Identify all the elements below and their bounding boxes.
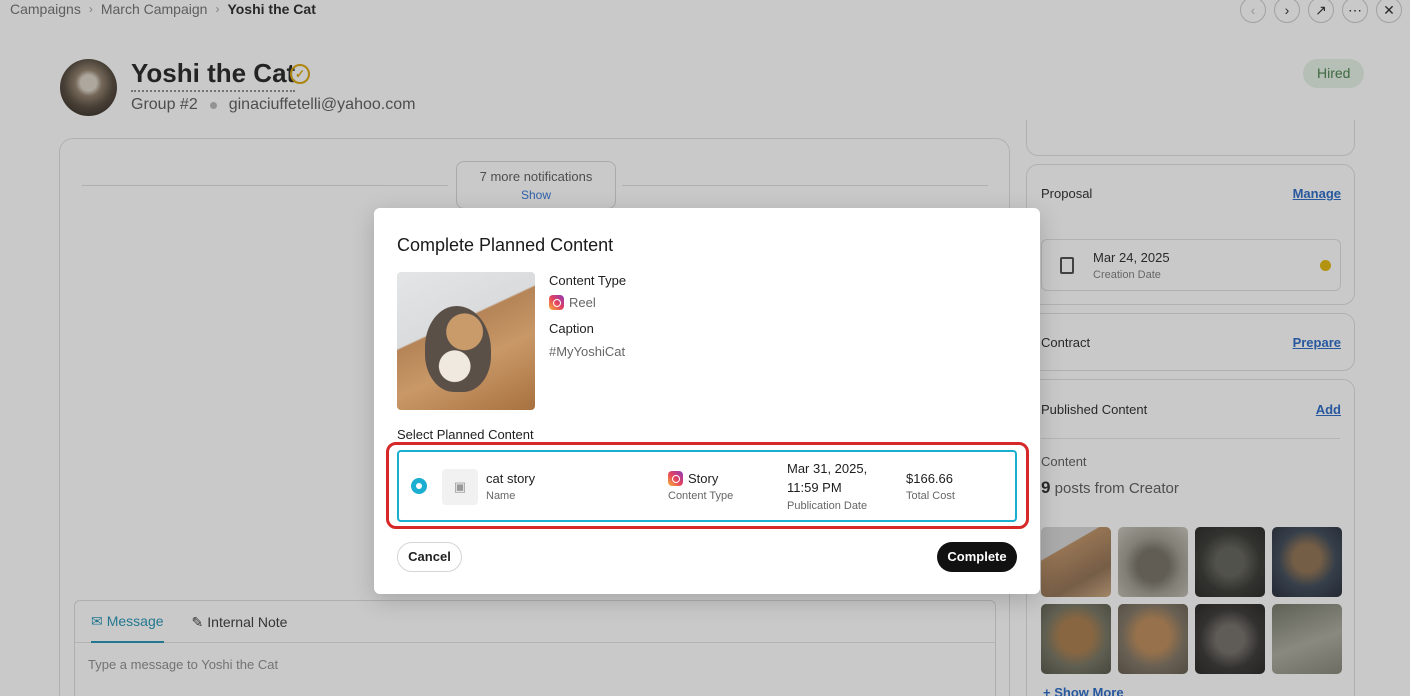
option-name-label: Name (486, 490, 516, 502)
option-name: cat story (486, 471, 536, 486)
option-date-label: Publication Date (787, 500, 868, 512)
complete-button[interactable]: Complete (937, 542, 1017, 572)
caption-value: #MyYoshiCat (549, 344, 626, 359)
caption-heading: Caption (549, 321, 594, 336)
select-planned-content-label: Select Planned Content (397, 427, 534, 442)
dialog-title: Complete Planned Content (397, 235, 614, 255)
option-cost-label: Total Cost (906, 490, 955, 502)
content-type-text: Reel (569, 295, 596, 310)
content-preview-image (397, 272, 535, 410)
planned-content-option[interactable]: ▣ cat story Name Story Content Type Mar … (397, 450, 1017, 522)
option-type: Story (668, 469, 718, 488)
option-cost: $166.66 (906, 471, 953, 486)
option-date-line1: Mar 31, 2025, (787, 461, 868, 476)
option-radio[interactable] (411, 478, 427, 494)
content-type-value: Reel (549, 295, 596, 310)
content-type-heading: Content Type (549, 273, 627, 288)
instagram-icon (549, 295, 564, 310)
option-date-line2: 11:59 PM (787, 480, 842, 495)
option-date: Mar 31, 2025, 11:59 PM (787, 459, 867, 497)
option-type-text: Story (688, 471, 719, 486)
cancel-button[interactable]: Cancel (397, 542, 462, 572)
cat-image (425, 306, 491, 392)
instagram-icon (668, 471, 683, 486)
image-placeholder-icon: ▣ (442, 469, 478, 505)
complete-planned-content-dialog: Complete Planned Content Content Type Re… (374, 208, 1040, 594)
option-type-label: Content Type (668, 490, 734, 502)
